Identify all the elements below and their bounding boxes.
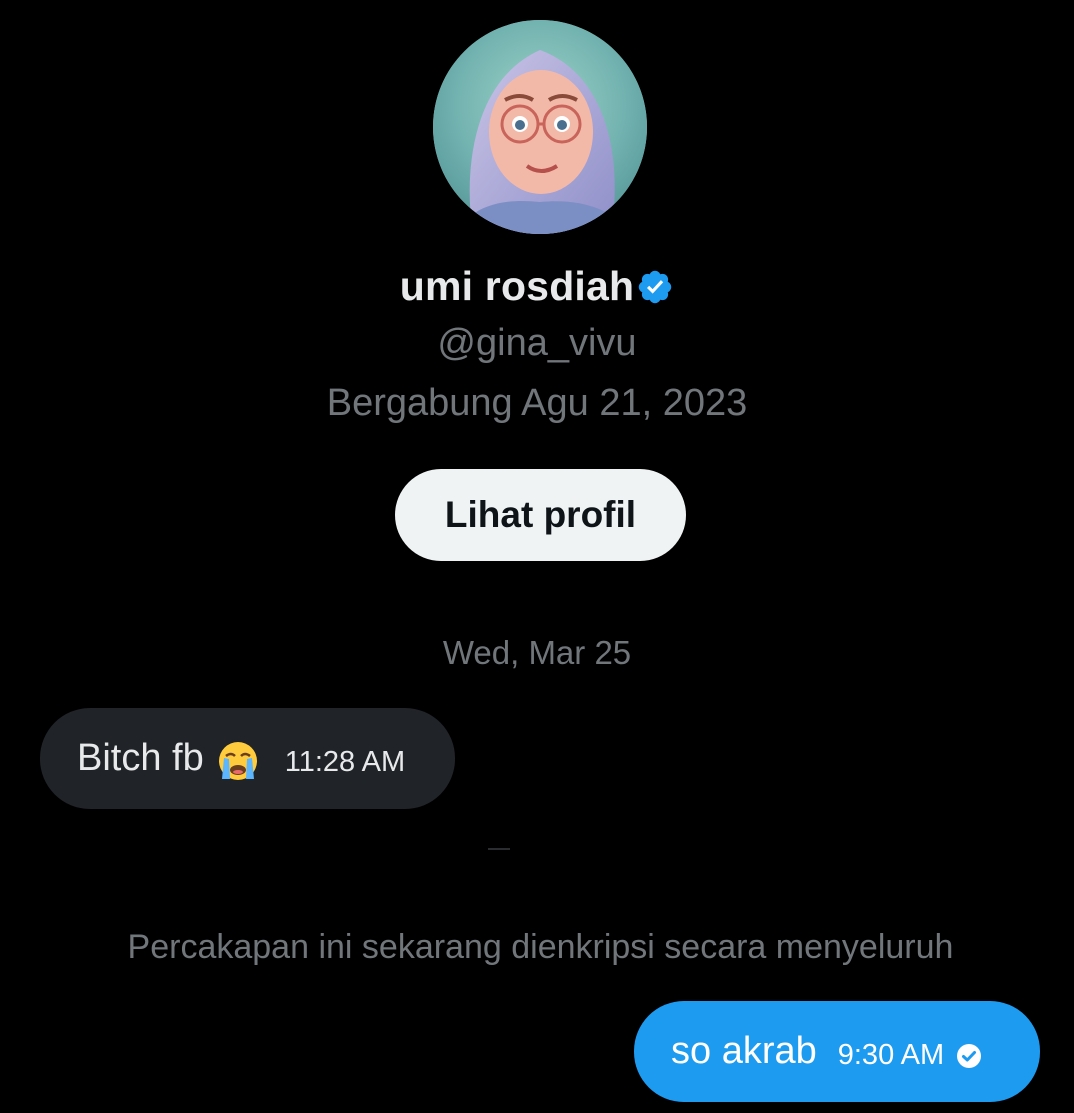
encryption-notice: Percakapan ini sekarang dienkripsi secar… xyxy=(127,928,954,966)
message-timestamp: 11:28 AM xyxy=(284,746,406,778)
verified-badge-icon xyxy=(639,270,672,304)
incoming-message-bubble[interactable]: Bitch fb 11:28 AM xyxy=(40,708,455,809)
sent-check-icon xyxy=(957,1043,982,1068)
message-timestamp: 9:30 AM xyxy=(837,1039,945,1071)
view-profile-button[interactable]: Lihat profil xyxy=(395,469,686,561)
outgoing-message-bubble[interactable]: so akrab 9:30 AM xyxy=(634,1001,1040,1102)
divider xyxy=(488,848,510,850)
profile-handle: @gina_vivu xyxy=(437,322,637,364)
profile-joined-date: Bergabung Agu 21, 2023 xyxy=(326,382,748,424)
profile-avatar[interactable] xyxy=(433,20,647,234)
profile-name-row: umi rosdiah xyxy=(0,258,1074,314)
loudly-crying-face-emoji-icon xyxy=(218,741,257,780)
date-separator: Wed, Mar 25 xyxy=(442,634,632,671)
message-text: so akrab xyxy=(671,1030,817,1072)
profile-name: umi rosdiah xyxy=(399,262,635,309)
message-text: Bitch fb xyxy=(77,737,204,779)
